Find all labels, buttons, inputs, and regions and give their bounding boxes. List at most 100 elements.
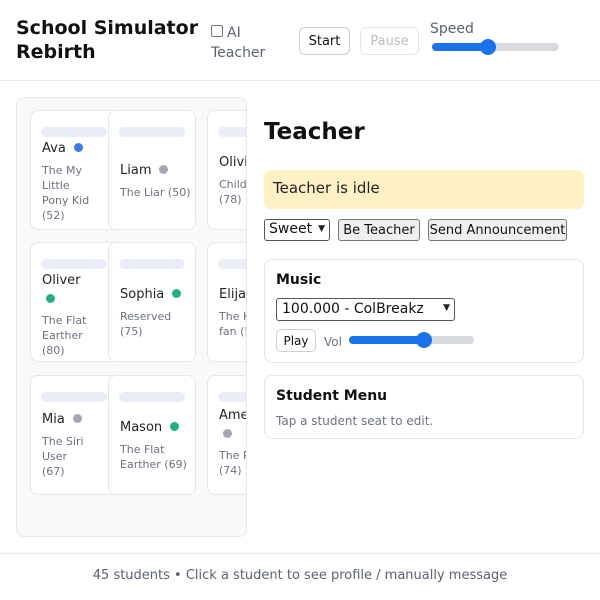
student-name: Amel: [219, 408, 246, 423]
speed-label: Speed: [430, 21, 474, 37]
student-description: The Siri User (67): [42, 434, 84, 479]
pause-button[interactable]: Pause: [360, 27, 419, 55]
volume-slider-fill: [349, 336, 424, 344]
music-title: Music: [276, 272, 322, 288]
student-description-line: (67): [42, 465, 65, 478]
status-dot-icon: [73, 143, 83, 152]
student-description: The P (74): [219, 448, 247, 478]
student-seat[interactable]: Liam The Liar (50): [108, 110, 196, 230]
volume-slider-thumb[interactable]: [416, 332, 432, 348]
student-name: Oliver: [42, 273, 81, 288]
student-seat[interactable]: Elijah The K fan (5: [207, 242, 247, 362]
music-track-value: 100.000 - ColBreakz: [282, 301, 424, 317]
student-description-line: User: [42, 450, 68, 463]
desk-placeholder: [119, 127, 185, 137]
chevron-down-icon: ▼: [443, 303, 450, 313]
student-name: Elijah: [219, 287, 247, 302]
student-description-line: (78): [219, 193, 242, 206]
student-description-line: The Flat: [42, 314, 87, 327]
start-button[interactable]: Start: [299, 27, 350, 55]
ai-teacher-label-line2: Teacher: [211, 45, 266, 61]
ai-teacher-checkbox[interactable]: [211, 25, 223, 37]
student-description-line: The My: [42, 164, 82, 177]
student-seat[interactable]: Sophia Reserved (75): [108, 242, 196, 362]
student-description-line: Earther: [42, 329, 83, 342]
student-description-line: Childi: [219, 178, 247, 191]
teacher-mode-select[interactable]: Sweet ▼: [264, 219, 330, 241]
speed-slider-thumb[interactable]: [479, 39, 496, 55]
footer-divider: [0, 553, 600, 554]
chevron-down-icon: ▼: [318, 224, 325, 234]
desk-placeholder: [41, 392, 107, 402]
app-title-line1: School Simulator: [16, 17, 199, 39]
student-description-line: Little: [42, 179, 70, 192]
student-description-line: (74): [219, 464, 242, 477]
student-description-line: (75): [120, 325, 143, 338]
student-description: The My Little Pony Kid (52): [42, 163, 89, 223]
desk-placeholder: [218, 127, 246, 137]
student-description-line: Pony Kid: [42, 194, 90, 207]
desk-placeholder: [41, 127, 107, 137]
music-track-select[interactable]: 100.000 - ColBreakz ▼: [276, 298, 455, 321]
desk-placeholder: [218, 259, 246, 269]
student-name: Mason: [120, 420, 163, 435]
classroom-grid[interactable]: Ava The My Little Pony Kid (52) Liam The Liar …: [16, 97, 247, 537]
desk-placeholder: [41, 259, 107, 269]
app-title: School Simulator Rebirth: [16, 16, 198, 64]
student-description-line: fan (5: [219, 325, 246, 338]
student-description-line: Earther (69): [120, 458, 187, 471]
desk-placeholder: [119, 392, 185, 402]
volume-slider[interactable]: [349, 332, 474, 348]
status-dot-icon: [159, 165, 169, 174]
student-name: Olivia: [219, 155, 246, 170]
student-description-line: The P: [219, 449, 247, 462]
student-seat[interactable]: Oliver The Flat Earther (80): [30, 242, 118, 362]
desk-placeholder: [218, 392, 246, 402]
student-description: Childi (78): [219, 177, 247, 207]
student-seat[interactable]: Ava The My Little Pony Kid (52): [30, 110, 118, 230]
student-description: The Liar (50): [120, 185, 190, 200]
send-announcement-button[interactable]: Send Announcement: [428, 219, 567, 241]
student-menu-title: Student Menu: [276, 388, 388, 404]
student-name: Ava: [42, 141, 66, 156]
student-name: Liam: [120, 163, 152, 178]
ai-teacher-label-line1: AI: [227, 25, 241, 41]
status-dot-icon: [46, 294, 55, 303]
status-dot-icon: [72, 414, 82, 423]
student-description-line: The Flat: [120, 443, 165, 456]
app-title-line2: Rebirth: [16, 41, 96, 63]
footer-status: 45 students • Click a student to see pro…: [92, 568, 508, 583]
student-menu-hint: Tap a student seat to edit.: [276, 414, 434, 428]
student-description: The K fan (5: [219, 309, 246, 339]
status-dot-icon: [223, 429, 232, 438]
student-description: The Flat Earther (69): [120, 442, 187, 472]
teacher-title: Teacher: [264, 119, 365, 145]
student-name: Mia: [42, 412, 65, 427]
student-description-line: The K: [219, 310, 246, 323]
student-description-line: (52): [42, 209, 65, 222]
student-seat[interactable]: Amel The P (74): [207, 375, 247, 495]
status-dot-icon: [170, 422, 180, 431]
teacher-mode-value: Sweet: [269, 221, 313, 237]
student-menu-card: Student Menu Tap a student seat to edit.: [264, 375, 584, 439]
student-description: Reserved (75): [120, 309, 171, 339]
ai-teacher-toggle[interactable]: AI Teacher: [211, 23, 265, 63]
be-teacher-button[interactable]: Be Teacher: [338, 219, 420, 241]
student-seat[interactable]: Mia The Siri User (67): [30, 375, 118, 495]
music-card: Music 100.000 - ColBreakz ▼ Play Vol: [264, 259, 584, 363]
student-description-line: (80): [42, 344, 65, 357]
student-seat[interactable]: Mason The Flat Earther (69): [108, 375, 196, 495]
speed-slider[interactable]: [432, 39, 559, 55]
volume-label: Vol: [324, 335, 342, 349]
student-description-line: Reserved: [120, 310, 172, 323]
teacher-status: Teacher is idle: [264, 170, 584, 209]
status-dot-icon: [172, 289, 182, 298]
header-divider: [0, 80, 600, 81]
play-button[interactable]: Play: [276, 329, 316, 352]
desk-placeholder: [119, 259, 185, 269]
student-seat[interactable]: Olivia Childi (78): [207, 110, 247, 230]
student-description-line: The Siri: [42, 435, 84, 448]
student-description-line: The Liar (50): [120, 186, 191, 199]
student-description: The Flat Earther (80): [42, 313, 86, 358]
student-name: Sophia: [120, 287, 165, 302]
